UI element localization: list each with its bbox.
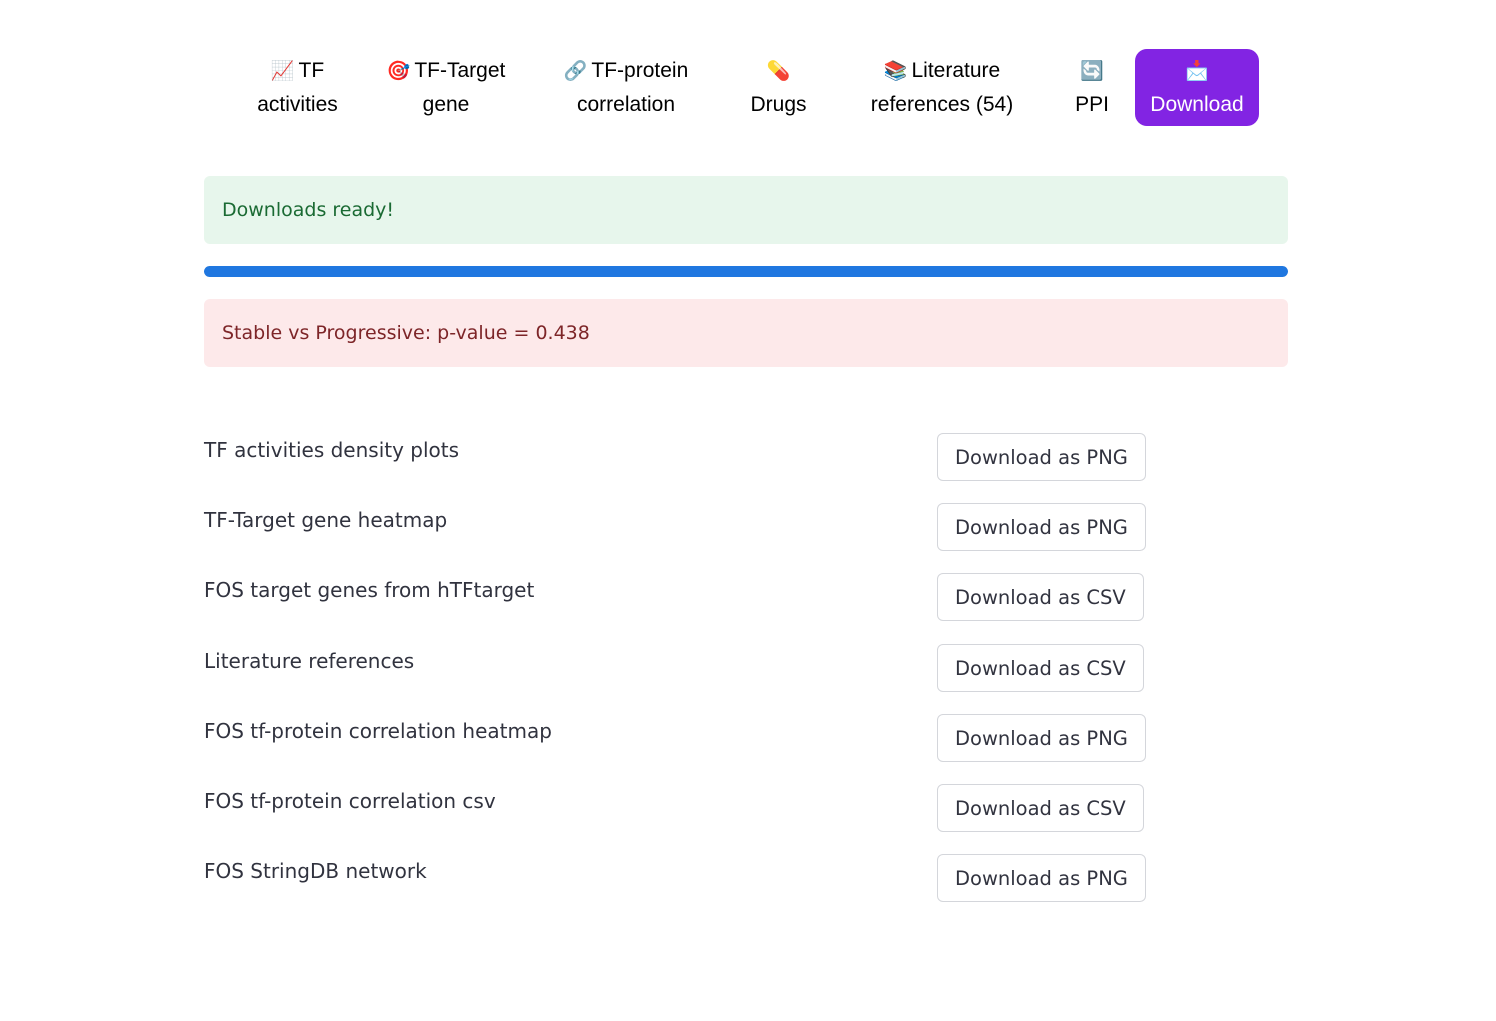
progress-fill [204, 266, 1288, 277]
tab-tf-target-gene[interactable]: 🎯 TF-Target gene [373, 49, 519, 126]
download-row: TF-Target gene heatmap Download as PNG [204, 503, 1288, 553]
success-alert: Downloads ready! [204, 176, 1288, 244]
tab-label-line2: PPI [1075, 93, 1109, 116]
download-row: Literature references Download as CSV [204, 644, 1288, 694]
download-png-button[interactable]: Download as PNG [937, 433, 1146, 481]
download-csv-button[interactable]: Download as CSV [937, 784, 1144, 832]
tab-label-line1: TF [298, 59, 325, 82]
tab-literature-references[interactable]: 📚 Literature references (54) [852, 49, 1032, 126]
tab-label-line1: Literature [911, 59, 1001, 82]
download-row: FOS target genes from hTFtarget Download… [204, 573, 1288, 623]
tab-label-line2: activities [257, 93, 338, 116]
success-message: Downloads ready! [222, 199, 395, 221]
target-icon: 🎯 [386, 61, 411, 82]
pvalue-alert: Stable vs Progressive: p-value = 0.438 [204, 299, 1288, 367]
download-csv-button[interactable]: Download as CSV [937, 644, 1144, 692]
download-row-label: FOS StringDB network [204, 859, 427, 883]
page: 📈 TF activities 🎯 TF-Target gene 🔗 TF-prote… [0, 0, 1496, 1021]
download-row: FOS StringDB network Download as PNG [204, 854, 1288, 904]
top-nav: 📈 TF activities 🎯 TF-Target gene 🔗 TF-prote… [0, 49, 1496, 127]
tab-tf-activities[interactable]: 📈 TF activities [240, 49, 355, 126]
download-row-label: FOS target genes from hTFtarget [204, 578, 535, 602]
tab-ppi[interactable]: 🔄 PPI [1062, 49, 1122, 126]
tab-label-line2: Drugs [750, 93, 807, 116]
tab-label-line2: Download [1150, 93, 1244, 116]
download-row-label: FOS tf-protein correlation csv [204, 789, 496, 813]
download-png-button[interactable]: Download as PNG [937, 503, 1146, 551]
tab-label-line2: references (54) [870, 93, 1014, 116]
chart-increasing-icon: 📈 [270, 61, 295, 82]
tab-tf-protein-correlation[interactable]: 🔗 TF-protein correlation [549, 49, 703, 126]
download-png-button[interactable]: Download as PNG [937, 714, 1146, 762]
download-row: FOS tf-protein correlation csv Download … [204, 784, 1288, 834]
link-icon: 🔗 [563, 61, 588, 82]
download-row: TF activities density plots Download as … [204, 433, 1288, 483]
pill-icon: 💊 [766, 61, 791, 82]
download-csv-button[interactable]: Download as CSV [937, 573, 1144, 621]
download-row-label: FOS tf-protein correlation heatmap [204, 719, 552, 743]
download-row-label: TF activities density plots [204, 438, 460, 462]
download-row-label: Literature references [204, 649, 415, 673]
books-icon: 📚 [883, 61, 908, 82]
pvalue-message: Stable vs Progressive: p-value = 0.438 [222, 322, 590, 344]
progress-bar [204, 266, 1288, 277]
tab-label-line1: TF-Target [414, 59, 506, 82]
tab-label-line1: TF-protein [591, 59, 689, 82]
refresh-icon: 🔄 [1080, 61, 1104, 82]
tab-download[interactable]: 📩 Download [1135, 49, 1259, 126]
download-row: FOS tf-protein correlation heatmap Downl… [204, 714, 1288, 764]
download-row-label: TF-Target gene heatmap [204, 508, 448, 532]
tab-label-line2: gene [422, 93, 470, 116]
tab-label-line2: correlation [576, 93, 676, 116]
tab-drugs[interactable]: 💊 Drugs [735, 49, 822, 126]
envelope-arrow-icon: 📩 [1185, 61, 1209, 82]
download-png-button[interactable]: Download as PNG [937, 854, 1146, 902]
